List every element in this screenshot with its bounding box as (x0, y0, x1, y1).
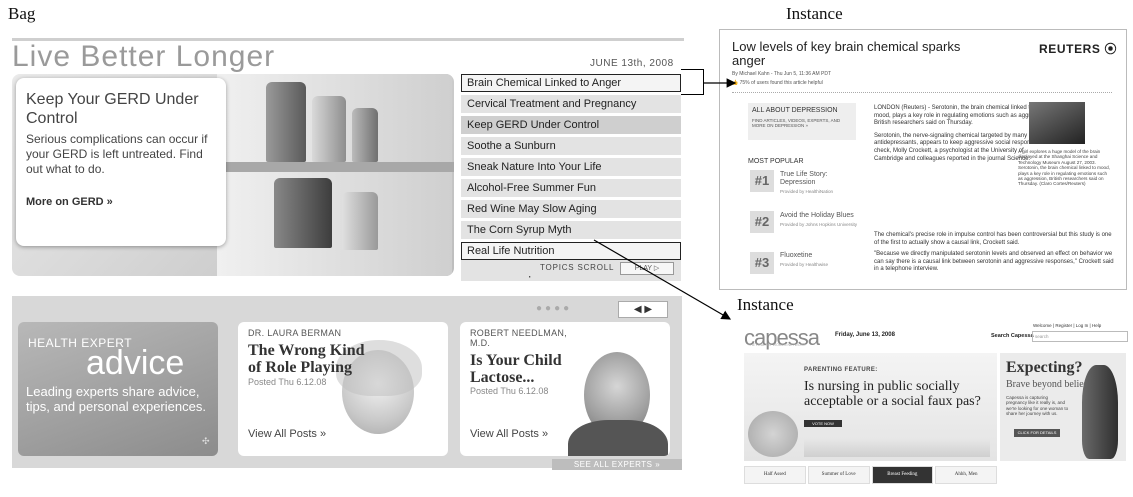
connector-arrows (593, 78, 737, 320)
arrow-to-capessa (593, 239, 732, 320)
